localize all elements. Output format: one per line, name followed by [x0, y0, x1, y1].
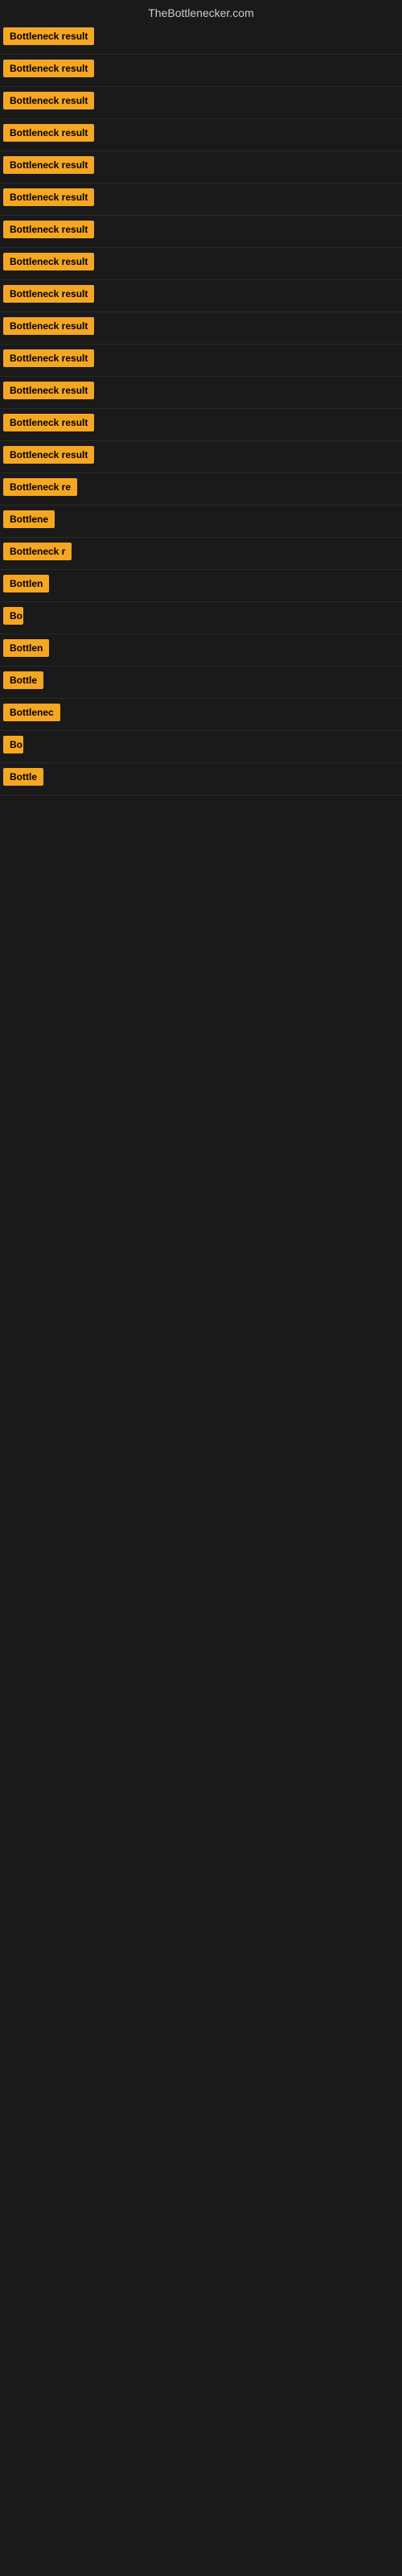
result-row-22: Bottlenec	[0, 699, 402, 731]
result-row-17: Bottleneck r	[0, 538, 402, 570]
bottleneck-badge-3[interactable]: Bottleneck result	[3, 92, 94, 109]
site-title: TheBottlenecker.com	[0, 0, 402, 23]
bottleneck-badge-16[interactable]: Bottlene	[3, 510, 55, 528]
result-row-21: Bottle	[0, 667, 402, 699]
bottleneck-badge-22[interactable]: Bottlenec	[3, 704, 60, 721]
bottleneck-badge-9[interactable]: Bottleneck result	[3, 285, 94, 303]
result-row-2: Bottleneck result	[0, 55, 402, 87]
result-row-1: Bottleneck result	[0, 23, 402, 55]
bottleneck-badge-18[interactable]: Bottlen	[3, 575, 49, 592]
site-header: TheBottlenecker.com	[0, 0, 402, 23]
result-row-7: Bottleneck result	[0, 216, 402, 248]
result-row-8: Bottleneck result	[0, 248, 402, 280]
bottleneck-badge-1[interactable]: Bottleneck result	[3, 27, 94, 45]
bottleneck-badge-20[interactable]: Bottlen	[3, 639, 49, 657]
result-row-19: Bo	[0, 602, 402, 634]
result-row-6: Bottleneck result	[0, 184, 402, 216]
bottleneck-badge-6[interactable]: Bottleneck result	[3, 188, 94, 206]
result-row-23: Bo	[0, 731, 402, 763]
result-row-11: Bottleneck result	[0, 345, 402, 377]
result-row-10: Bottleneck result	[0, 312, 402, 345]
bottleneck-badge-7[interactable]: Bottleneck result	[3, 221, 94, 238]
bottleneck-badge-23[interactable]: Bo	[3, 736, 23, 753]
results-list: Bottleneck result Bottleneck result Bottle…	[0, 23, 402, 795]
bottleneck-badge-4[interactable]: Bottleneck result	[3, 124, 94, 142]
bottleneck-badge-19[interactable]: Bo	[3, 607, 23, 625]
result-row-9: Bottleneck result	[0, 280, 402, 312]
bottleneck-badge-8[interactable]: Bottleneck result	[3, 253, 94, 270]
result-row-16: Bottlene	[0, 506, 402, 538]
bottleneck-badge-17[interactable]: Bottleneck r	[3, 543, 72, 560]
result-row-14: Bottleneck result	[0, 441, 402, 473]
bottleneck-badge-2[interactable]: Bottleneck result	[3, 60, 94, 77]
bottleneck-badge-11[interactable]: Bottleneck result	[3, 349, 94, 367]
result-row-13: Bottleneck result	[0, 409, 402, 441]
result-row-15: Bottleneck re	[0, 473, 402, 506]
bottleneck-badge-12[interactable]: Bottleneck result	[3, 382, 94, 399]
bottleneck-badge-10[interactable]: Bottleneck result	[3, 317, 94, 335]
result-row-4: Bottleneck result	[0, 119, 402, 151]
result-row-24: Bottle	[0, 763, 402, 795]
bottleneck-badge-15[interactable]: Bottleneck re	[3, 478, 77, 496]
bottleneck-badge-24[interactable]: Bottle	[3, 768, 43, 786]
result-row-3: Bottleneck result	[0, 87, 402, 119]
result-row-12: Bottleneck result	[0, 377, 402, 409]
result-row-20: Bottlen	[0, 634, 402, 667]
bottleneck-badge-13[interactable]: Bottleneck result	[3, 414, 94, 431]
bottleneck-badge-21[interactable]: Bottle	[3, 671, 43, 689]
bottleneck-badge-5[interactable]: Bottleneck result	[3, 156, 94, 174]
bottleneck-badge-14[interactable]: Bottleneck result	[3, 446, 94, 464]
result-row-5: Bottleneck result	[0, 151, 402, 184]
result-row-18: Bottlen	[0, 570, 402, 602]
